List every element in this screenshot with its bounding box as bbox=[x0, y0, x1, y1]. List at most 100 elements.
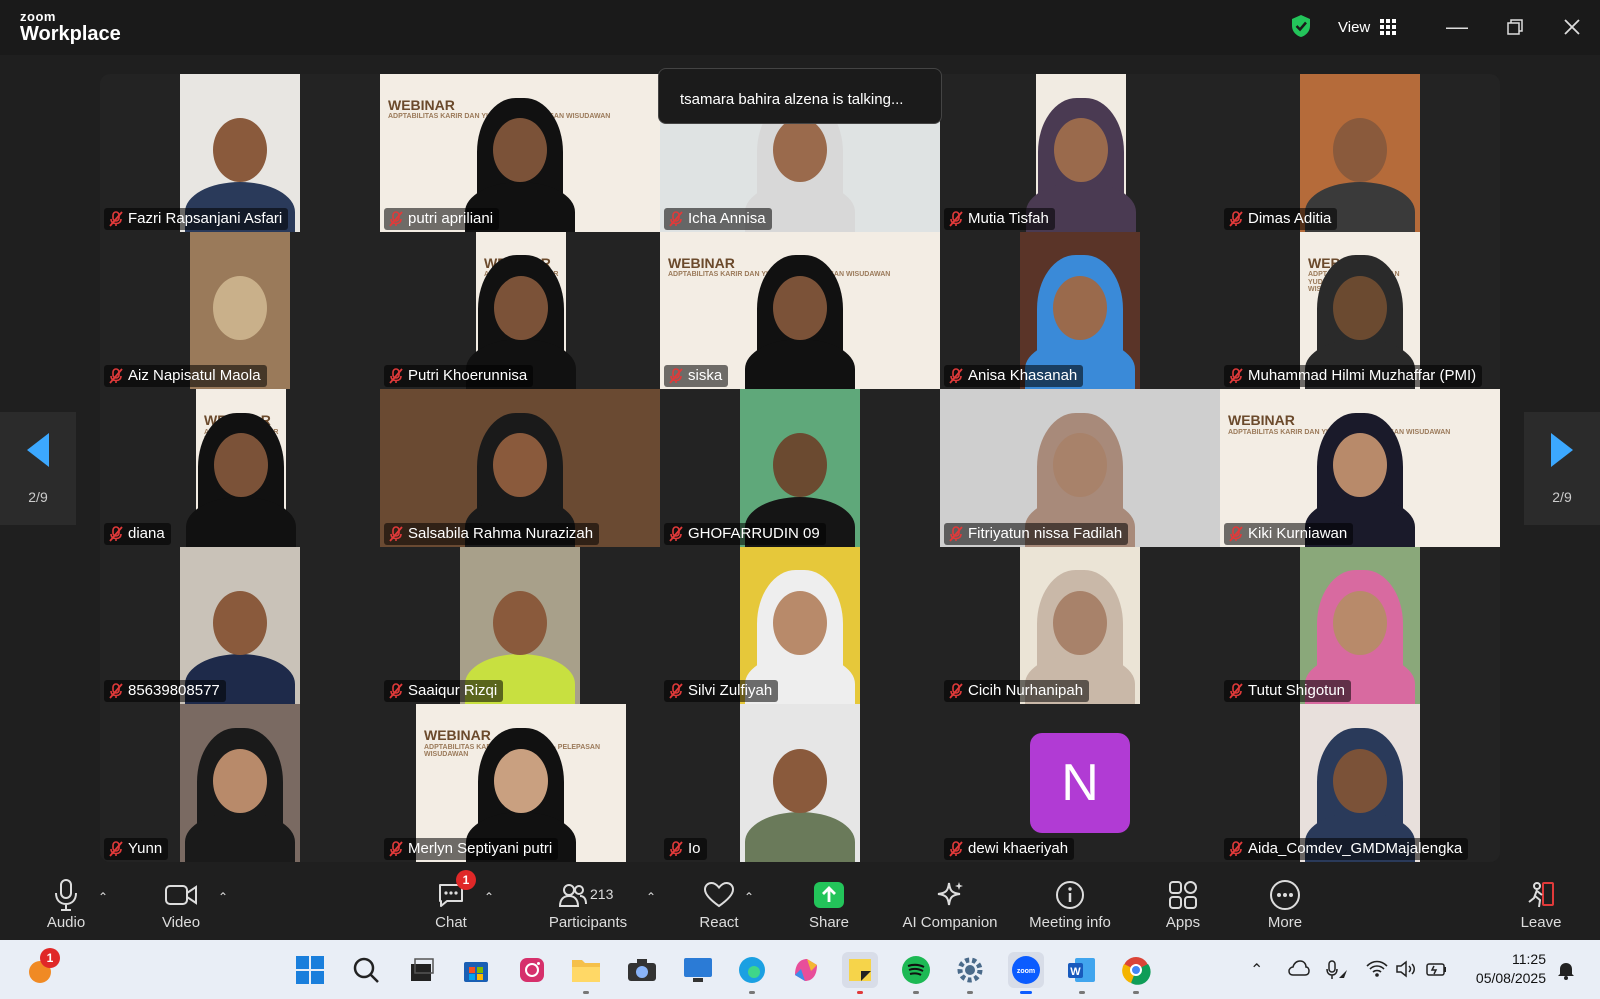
location-mic-icon[interactable] bbox=[1326, 960, 1348, 985]
meeting-info-button[interactable]: Meeting info bbox=[1022, 868, 1118, 940]
audio-options-chevron-icon[interactable]: ⌃ bbox=[98, 890, 108, 904]
more-button[interactable]: More bbox=[1260, 868, 1310, 940]
participant-tile[interactable]: Ndewi khaeriyah bbox=[940, 704, 1220, 862]
weather-widget-icon[interactable]: 1 bbox=[22, 948, 60, 988]
participants-count: 213 bbox=[590, 886, 614, 902]
audio-label: Audio bbox=[46, 914, 86, 931]
participant-tile[interactable]: Aiz Napisatul Maola bbox=[100, 231, 380, 390]
settings-gear-icon[interactable] bbox=[952, 952, 988, 994]
minimize-icon[interactable]: — bbox=[1442, 12, 1472, 42]
remote-desktop-icon[interactable] bbox=[680, 952, 716, 988]
participant-name: Aida_Comdev_GMDMajalengka bbox=[1224, 837, 1469, 860]
video-options-chevron-icon[interactable]: ⌃ bbox=[218, 890, 228, 904]
edge-browser-icon[interactable] bbox=[734, 952, 770, 994]
ai-companion-button[interactable]: AI Companion bbox=[898, 868, 1002, 940]
microphone-muted-icon bbox=[1229, 841, 1243, 857]
participant-tile[interactable]: WEBINARADPTABILITAS KARIR DAN YUDISIUM -… bbox=[1220, 389, 1500, 547]
participant-tile[interactable]: Dimas Aditia bbox=[1220, 74, 1500, 232]
participant-face bbox=[1053, 433, 1107, 498]
participants-button[interactable]: 213 Participants bbox=[546, 868, 630, 940]
participant-tile[interactable]: 85639808577 bbox=[100, 546, 380, 705]
participant-tile[interactable]: WEBINARADPTABILITAS KARIR DAN YUDISIUM -… bbox=[380, 231, 660, 390]
react-options-chevron-icon[interactable]: ⌃ bbox=[744, 890, 754, 904]
chat-options-chevron-icon[interactable]: ⌃ bbox=[484, 890, 494, 904]
participant-tile[interactable]: Fazri Rapsanjani Asfari bbox=[100, 74, 380, 232]
previous-page-button[interactable]: 2/9 bbox=[0, 412, 76, 525]
next-page-button[interactable]: 2/9 bbox=[1524, 412, 1600, 525]
participant-tile[interactable]: Salsabila Rahma Nurazizah bbox=[380, 389, 660, 547]
participant-name-text: Anisa Khasanah bbox=[968, 367, 1078, 385]
participant-tile[interactable]: GHOFARRUDIN 09 bbox=[660, 389, 940, 547]
participant-name-text: Salsabila Rahma Nurazizah bbox=[408, 524, 594, 542]
battery-icon[interactable] bbox=[1426, 960, 1448, 983]
participant-face bbox=[494, 748, 548, 813]
participant-tile[interactable]: Io bbox=[660, 704, 940, 862]
view-label: View bbox=[1338, 18, 1371, 36]
notification-bell-icon[interactable] bbox=[1556, 960, 1576, 985]
view-button[interactable]: View bbox=[1330, 12, 1410, 42]
participant-name-text: siska bbox=[688, 367, 723, 385]
zoom-app-icon[interactable]: zoom bbox=[1008, 952, 1044, 994]
share-button[interactable]: Share bbox=[804, 868, 854, 940]
search-icon[interactable] bbox=[348, 952, 384, 988]
participant-tile[interactable]: Saaiqur Rizqi bbox=[380, 546, 660, 705]
participant-name: Yunn bbox=[104, 837, 169, 860]
apps-button[interactable]: Apps bbox=[1158, 868, 1208, 940]
chevron-up-icon[interactable]: ⌃ bbox=[1250, 960, 1263, 980]
participant-tile[interactable]: WEBINARADPTABILITAS KARIR DAN YUDISIUM -… bbox=[380, 704, 660, 862]
react-label: React bbox=[699, 914, 739, 931]
participant-video: WEBINARADPTABILITAS KARIR DAN YUDISIUM -… bbox=[186, 389, 296, 547]
participant-tile[interactable]: Aida_Comdev_GMDMajalengka bbox=[1220, 704, 1500, 862]
participant-tile[interactable]: Mutia Tisfah bbox=[940, 74, 1220, 232]
leave-button[interactable]: Leave bbox=[1516, 868, 1566, 940]
file-explorer-icon[interactable] bbox=[568, 952, 604, 994]
spotify-icon[interactable] bbox=[898, 952, 934, 994]
audio-button[interactable]: Audio bbox=[36, 868, 96, 940]
participant-name: putri apriliani bbox=[384, 207, 500, 230]
shield-icon[interactable] bbox=[1290, 14, 1312, 38]
start-icon[interactable] bbox=[292, 952, 328, 988]
participant-name-text: Silvi Zulfiyah bbox=[688, 682, 773, 700]
close-icon[interactable] bbox=[1557, 12, 1587, 42]
task-view-icon[interactable] bbox=[404, 952, 440, 988]
participant-tile[interactable]: Tutut Shigotun bbox=[1220, 546, 1500, 705]
participant-tile[interactable]: Fitriyatun nissa Fadilah bbox=[940, 389, 1220, 547]
chat-icon: 1 bbox=[434, 870, 476, 912]
chat-button[interactable]: 1 Chat bbox=[426, 868, 476, 940]
onedrive-cloud-icon[interactable] bbox=[1288, 960, 1310, 981]
participant-name: Tutut Shigotun bbox=[1224, 680, 1352, 703]
system-clock[interactable]: 11:25 05/08/2025 bbox=[1466, 950, 1546, 988]
participant-face bbox=[773, 118, 827, 183]
microphone-muted-icon bbox=[1229, 683, 1243, 699]
more-icon bbox=[1268, 878, 1302, 912]
share-icon bbox=[812, 878, 846, 912]
camera-app-icon[interactable] bbox=[624, 952, 660, 988]
participant-tile[interactable]: WEBINARADPTABILITAS KARIR DAN YUDISIUM -… bbox=[660, 231, 940, 390]
participant-tile[interactable]: WEBINARADPTABILITAS KARIR DAN YUDISIUM -… bbox=[100, 389, 380, 547]
participant-face bbox=[213, 748, 267, 813]
participant-tile[interactable]: Silvi Zulfiyah bbox=[660, 546, 940, 705]
video-button[interactable]: Video bbox=[150, 868, 212, 940]
microphone-muted-icon bbox=[109, 368, 123, 384]
copilot-icon[interactable] bbox=[788, 952, 824, 988]
clock-date: 05/08/2025 bbox=[1475, 970, 1546, 986]
page-indicator-left: 2/9 bbox=[28, 488, 48, 505]
word-icon[interactable]: W bbox=[1064, 952, 1100, 994]
instagram-icon[interactable] bbox=[514, 952, 550, 988]
participant-name: dewi khaeriyah bbox=[944, 837, 1075, 860]
participant-tile[interactable]: WEBINARADPTABILITAS KARIR DAN YUDISIUM -… bbox=[380, 74, 660, 232]
microsoft-store-icon[interactable] bbox=[458, 952, 494, 988]
participant-tile[interactable]: WEBINARADPTABILITAS KARIR DAN YUDISIUM -… bbox=[1220, 231, 1500, 390]
participant-tile[interactable]: Anisa Khasanah bbox=[940, 231, 1220, 390]
react-button[interactable]: React bbox=[694, 868, 744, 940]
participant-name-text: Icha Annisa bbox=[688, 209, 766, 227]
wifi-icon[interactable] bbox=[1366, 960, 1388, 983]
participant-tile[interactable]: Yunn bbox=[100, 704, 380, 862]
participant-face bbox=[213, 118, 267, 183]
participants-options-chevron-icon[interactable]: ⌃ bbox=[646, 890, 656, 904]
participant-tile[interactable]: Cicih Nurhanipah bbox=[940, 546, 1220, 705]
chrome-icon[interactable] bbox=[1118, 952, 1154, 994]
sticky-notes-icon[interactable] bbox=[842, 952, 878, 994]
speaker-icon[interactable] bbox=[1396, 960, 1418, 983]
restore-icon[interactable] bbox=[1500, 12, 1530, 42]
